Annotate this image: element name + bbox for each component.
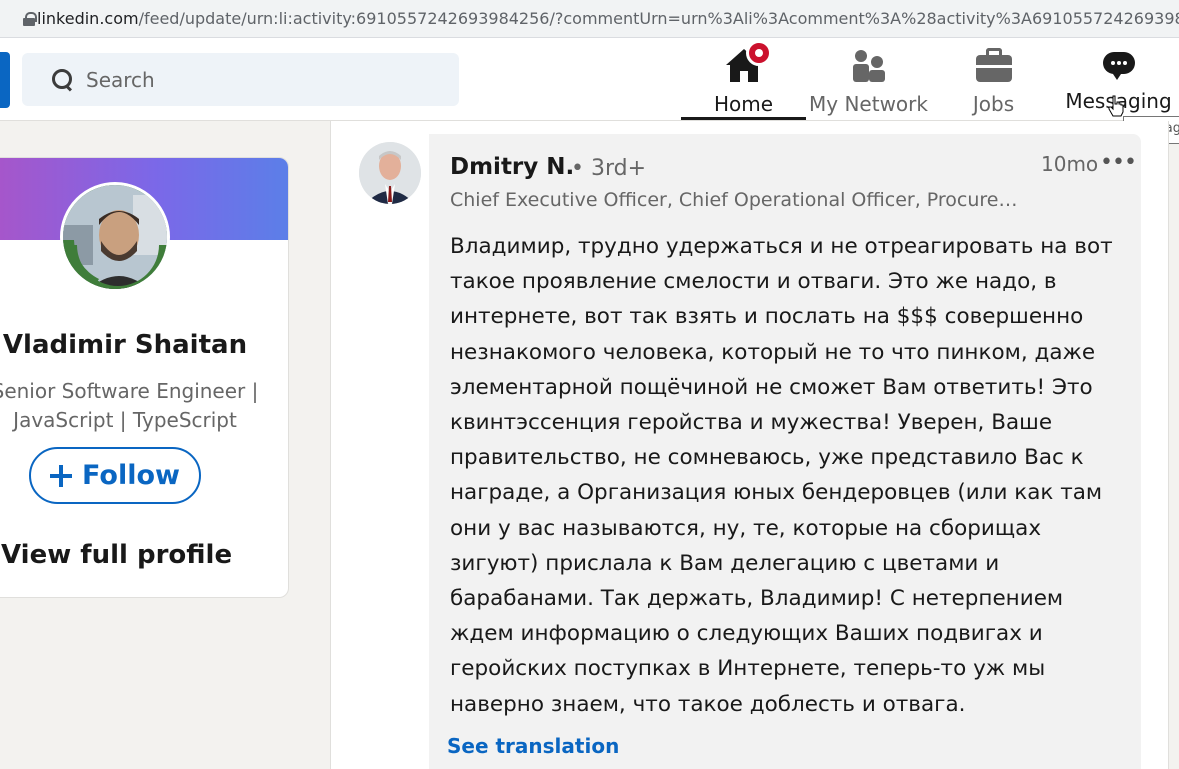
notification-badge bbox=[745, 40, 772, 66]
commenter-photo-icon bbox=[359, 142, 421, 204]
comment-timestamp: 10mo bbox=[1041, 152, 1099, 176]
url-path: /feed/update/urn:li:activity:69105572426… bbox=[138, 9, 1179, 28]
browser-url-bar[interactable]: linkedin.com/feed/update/urn:li:activity… bbox=[0, 0, 1179, 38]
chat-bubble-icon bbox=[1099, 46, 1139, 86]
nav-jobs-label: Jobs bbox=[972, 92, 1015, 116]
home-icon bbox=[724, 40, 772, 86]
search-icon bbox=[52, 68, 74, 91]
briefcase-icon bbox=[974, 46, 1014, 86]
top-nav-bar: Home My Network Jobs Messaging bbox=[0, 38, 1179, 121]
people-icon bbox=[849, 46, 889, 86]
view-full-profile-link[interactable]: View full profile bbox=[1, 540, 232, 570]
follow-label: Follow bbox=[82, 460, 180, 491]
nav-home[interactable]: Home bbox=[681, 38, 806, 120]
more-options-button[interactable]: ••• bbox=[1100, 150, 1137, 175]
comment-author-headline: Chief Executive Officer, Chief Operation… bbox=[450, 189, 1030, 211]
plus-icon bbox=[50, 464, 73, 487]
nav-home-label: Home bbox=[713, 92, 774, 116]
profile-name[interactable]: Vladimir Shaitan bbox=[1, 330, 249, 360]
search-box[interactable] bbox=[22, 53, 459, 106]
search-input[interactable] bbox=[86, 67, 426, 92]
url-host: linkedin.com bbox=[37, 9, 139, 28]
linkedin-logo[interactable] bbox=[0, 52, 10, 108]
hand-cursor-icon bbox=[1108, 95, 1124, 117]
connection-degree: • 3rd+ bbox=[571, 156, 647, 181]
comment-text: Владимир, трудно удержаться и не отреаги… bbox=[450, 234, 1113, 717]
profile-card: Vladimir Shaitan Senior Software Enginee… bbox=[0, 157, 289, 598]
avatar[interactable] bbox=[60, 182, 170, 292]
opentowork-avatar-icon bbox=[63, 185, 167, 289]
nav-my-network-label: My Network bbox=[809, 92, 928, 116]
follow-button[interactable]: Follow bbox=[29, 447, 201, 504]
nav-jobs[interactable]: Jobs bbox=[931, 38, 1056, 120]
profile-headline: Senior Software Engineer | JavaScript | … bbox=[0, 379, 259, 432]
commenter-avatar[interactable] bbox=[359, 142, 421, 204]
url-text[interactable]: linkedin.com/feed/update/urn:li:activity… bbox=[37, 9, 1179, 28]
see-translation-link[interactable]: See translation bbox=[447, 734, 619, 758]
comment-author-name[interactable]: Dmitry N. bbox=[450, 154, 574, 180]
nav-my-network[interactable]: My Network bbox=[806, 38, 931, 120]
